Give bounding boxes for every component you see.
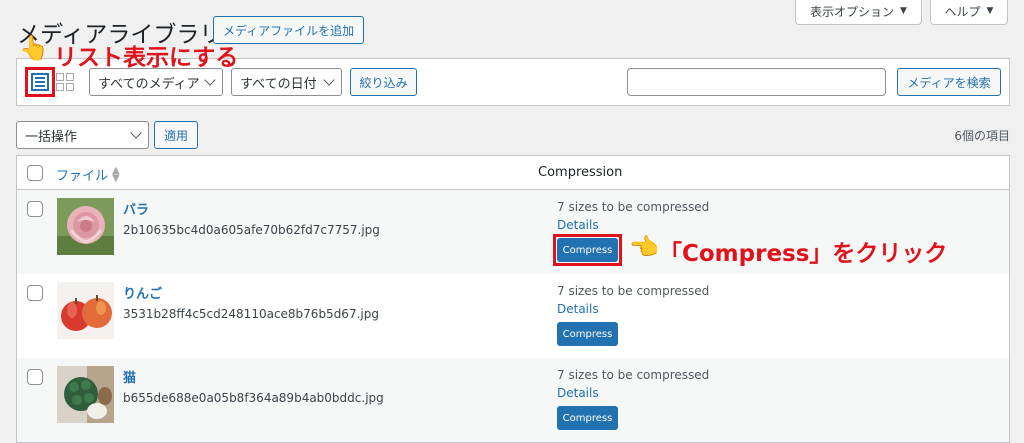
- compress-button[interactable]: Compress: [557, 322, 618, 346]
- grid-view-toggle[interactable]: [56, 73, 74, 91]
- media-table: ファイル ▲ ▼ Compression バラ 2b10635bc4d0a605a…: [16, 155, 1010, 443]
- apply-button[interactable]: 適用: [154, 121, 198, 149]
- details-link[interactable]: Details: [557, 302, 599, 316]
- pointing-hand-down-icon: 👆: [19, 34, 49, 62]
- grid-cell: [66, 73, 74, 81]
- grid-cell: [66, 83, 74, 91]
- help-tab[interactable]: ヘルプ ▼: [930, 0, 1008, 25]
- caret-down-icon: ▼: [900, 6, 907, 16]
- column-compression-header: Compression: [538, 165, 623, 180]
- list-view-toggle[interactable]: [25, 67, 55, 97]
- column-file-header[interactable]: ファイル ▲ ▼: [56, 165, 120, 184]
- cat-thumbnail[interactable]: [57, 366, 114, 423]
- chevron-down-icon: [130, 127, 142, 139]
- grid-cell: [56, 73, 64, 81]
- help-label: ヘルプ: [944, 4, 981, 19]
- grid-cell: [56, 83, 64, 91]
- row-filename: b655de688e0a05b8f364a89b4ab0bddc.jpg: [123, 391, 384, 405]
- filter-button[interactable]: 絞り込み: [350, 68, 417, 96]
- column-file-label: ファイル: [56, 169, 109, 184]
- row-checkbox[interactable]: [27, 285, 43, 301]
- search-media-button[interactable]: メディアを検索: [897, 68, 1001, 96]
- bulk-action-value: 一括操作: [25, 129, 78, 145]
- pointing-hand-left-icon: 👈: [629, 233, 659, 261]
- caret-down-icon: ▼: [986, 6, 994, 16]
- compression-status: 7 sizes to be compressed: [557, 368, 710, 382]
- compression-status: 7 sizes to be compressed: [557, 284, 710, 298]
- row-title[interactable]: りんご: [123, 283, 162, 302]
- apple-image: [57, 282, 114, 339]
- table-row: バラ 2b10635bc4d0a605afe70b62fd7c7757.jpg …: [17, 190, 1009, 274]
- media-type-value: すべてのメディア: [98, 76, 200, 92]
- row-title[interactable]: バラ: [123, 199, 149, 218]
- table-header: ファイル ▲ ▼ Compression: [17, 156, 1009, 190]
- items-count: 6個の項目: [954, 129, 1010, 143]
- chevron-down-icon: [204, 74, 216, 86]
- sort-icon: ▲ ▼: [112, 164, 120, 184]
- compress-button[interactable]: Compress: [557, 238, 618, 262]
- compress-button[interactable]: Compress: [557, 406, 618, 430]
- media-type-select[interactable]: すべてのメディア: [89, 68, 223, 96]
- date-value: すべての日付: [240, 76, 317, 92]
- row-filename: 3531b28ff4c5cd248110ace8b76b5d67.jpg: [123, 307, 379, 321]
- rose-thumbnail[interactable]: [57, 198, 114, 255]
- details-link[interactable]: Details: [557, 386, 599, 400]
- row-checkbox[interactable]: [27, 369, 43, 385]
- list-view-annotation: リスト表示にする: [54, 45, 239, 71]
- compress-annotation: 「Compress」をクリック: [659, 241, 948, 267]
- compression-status: 7 sizes to be compressed: [557, 200, 710, 214]
- apple-thumbnail[interactable]: [57, 282, 114, 339]
- row-filename: 2b10635bc4d0a605afe70b62fd7c7757.jpg: [123, 223, 380, 237]
- cat-image: [57, 366, 114, 423]
- date-select[interactable]: すべての日付: [231, 68, 342, 96]
- bulk-actions-select[interactable]: 一括操作: [16, 121, 149, 149]
- row-title[interactable]: 猫: [123, 367, 136, 386]
- row-checkbox[interactable]: [27, 201, 43, 217]
- rose-image: [57, 198, 114, 255]
- select-all-checkbox[interactable]: [27, 165, 43, 181]
- search-input[interactable]: [627, 68, 886, 96]
- screen-options-tab[interactable]: 表示オプション ▼: [795, 0, 922, 25]
- screen-options-label: 表示オプション: [810, 4, 895, 19]
- details-link[interactable]: Details: [557, 218, 599, 232]
- table-row: りんご 3531b28ff4c5cd248110ace8b76b5d67.jpg…: [17, 274, 1009, 358]
- chevron-down-icon: [323, 74, 335, 86]
- table-row: 猫 b655de688e0a05b8f364a89b4ab0bddc.jpg 7…: [17, 358, 1009, 442]
- list-view-icon: [31, 73, 49, 91]
